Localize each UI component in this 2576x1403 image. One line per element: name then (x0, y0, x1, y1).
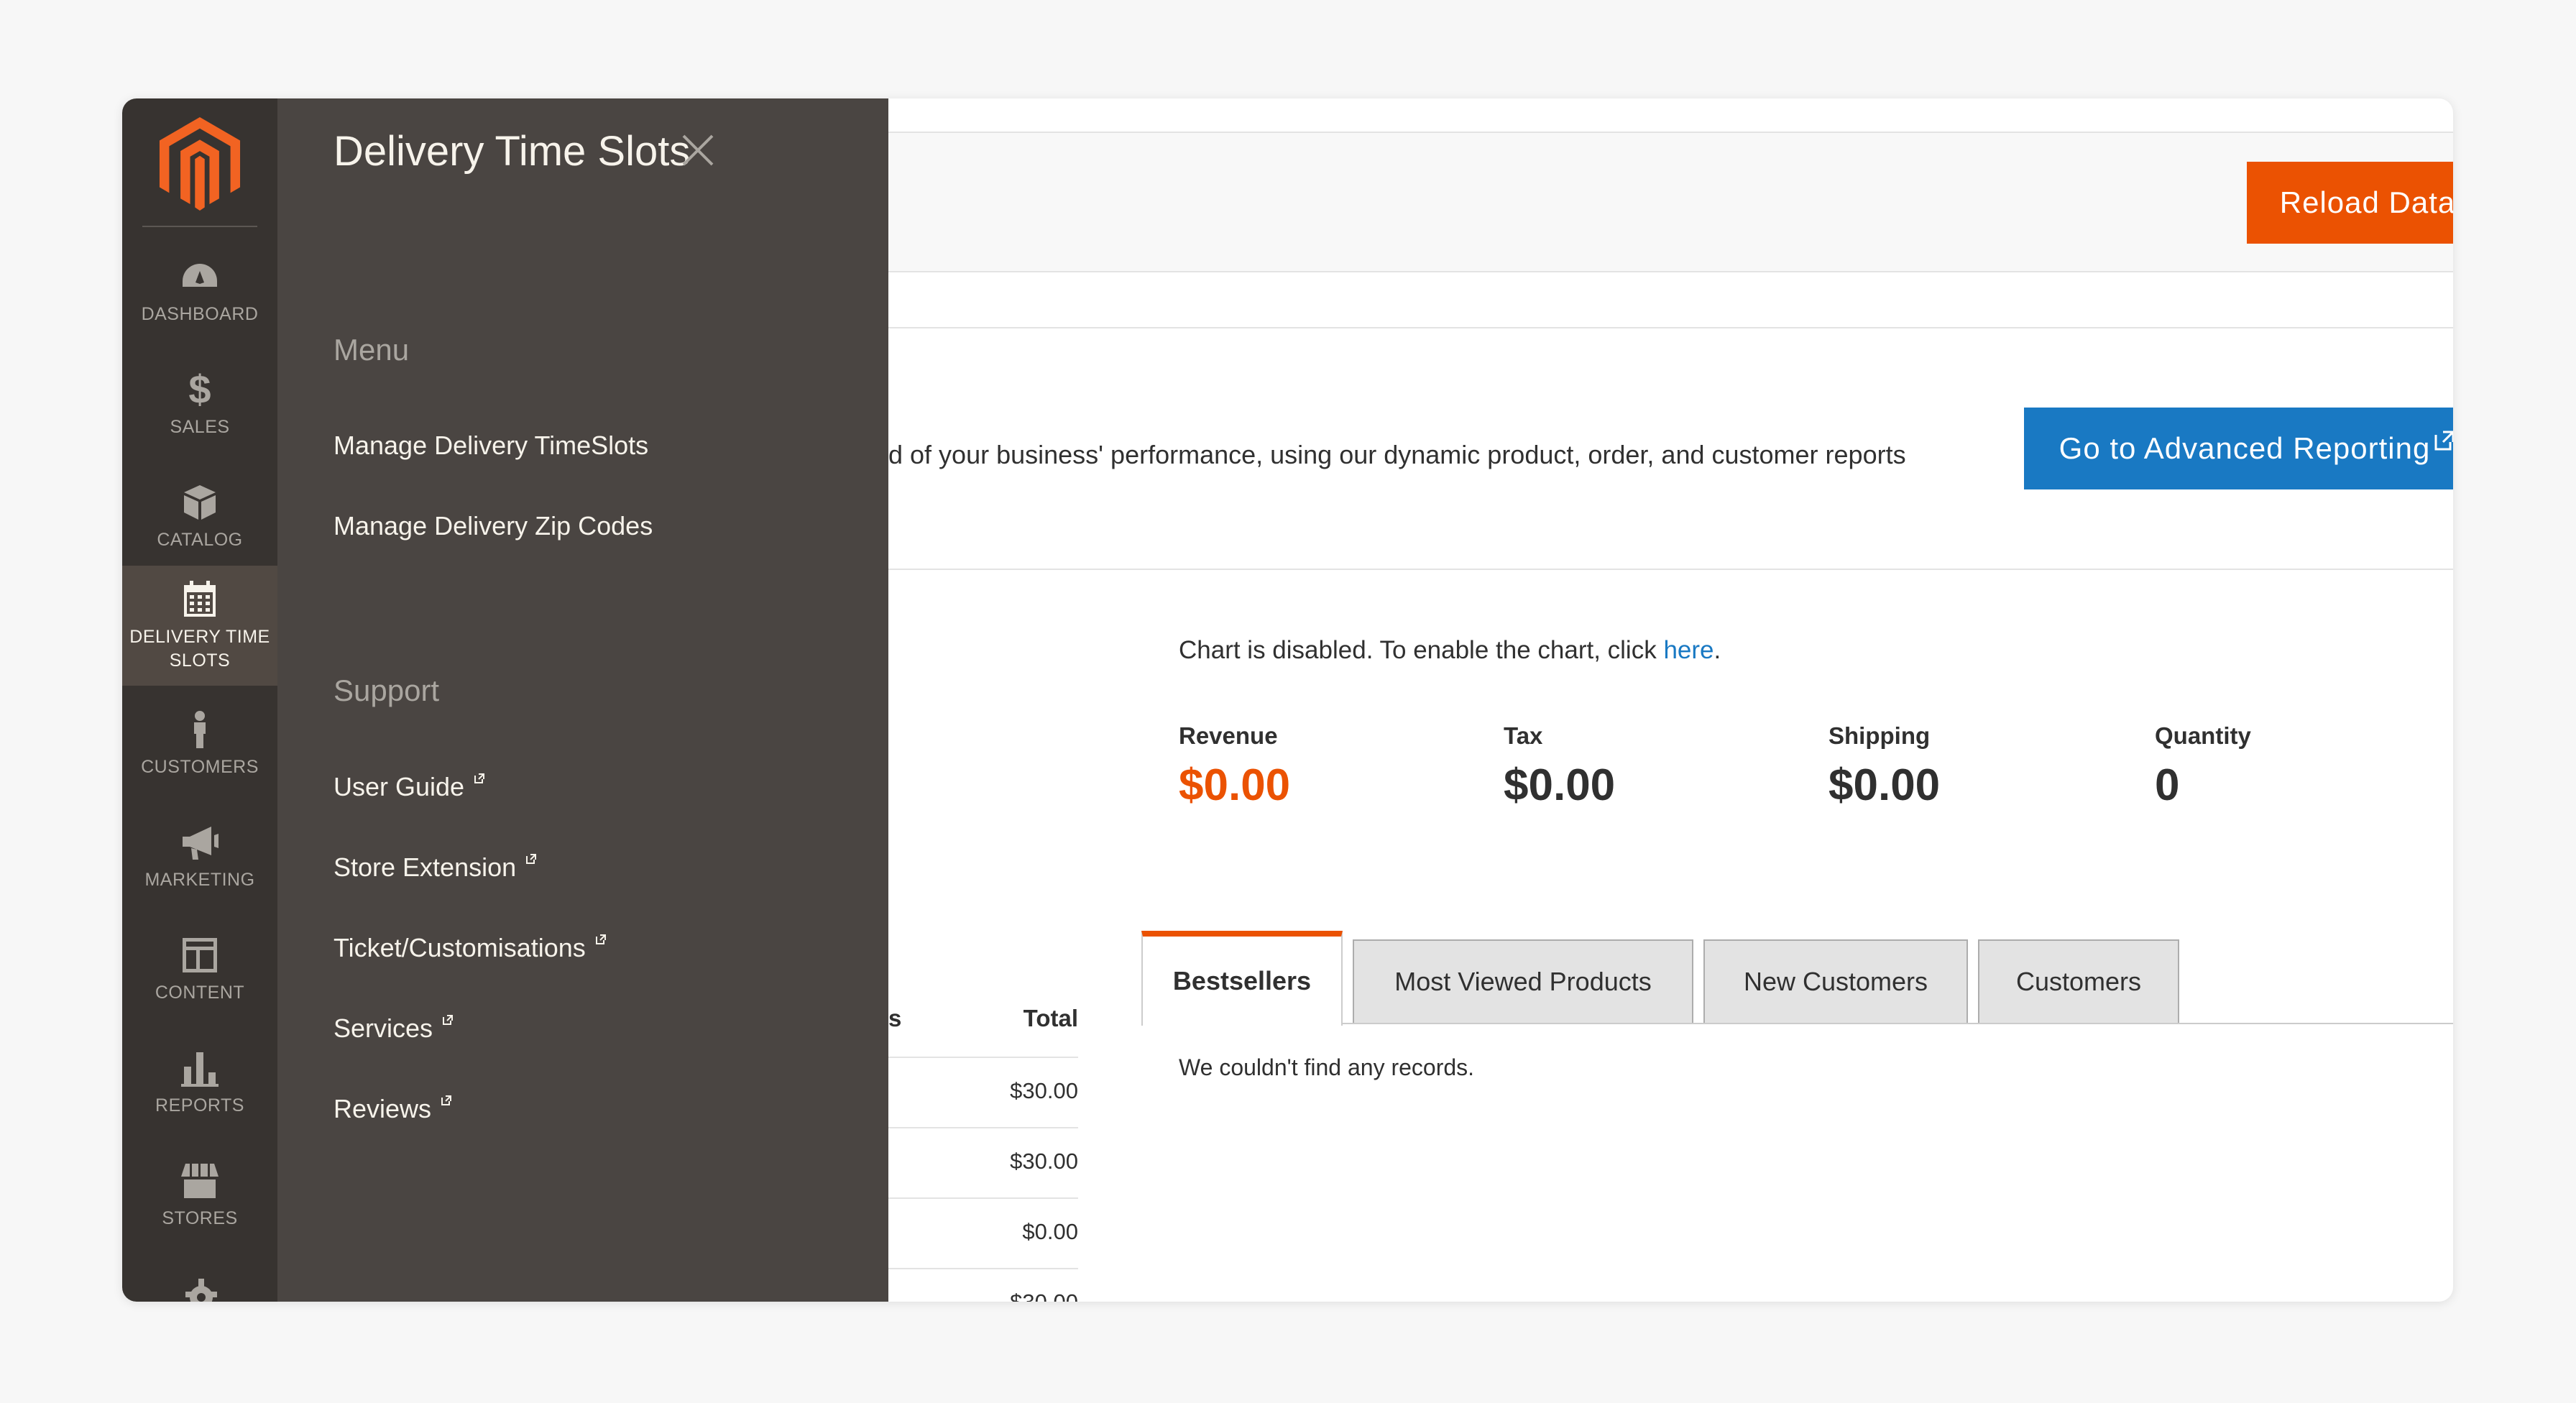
metric-shipping: Shipping $0.00 (1828, 722, 1940, 811)
link-ticket-customisations[interactable]: Ticket/Customisations (334, 933, 606, 963)
metric-label: Tax (1504, 722, 1543, 749)
nav-item-catalog[interactable]: CATALOG (122, 461, 277, 574)
tab-customers[interactable]: Customers (1978, 939, 2179, 1023)
nav-label: DELIVERY TIME (129, 626, 270, 647)
magento-logo-icon[interactable] (158, 117, 242, 211)
metric-value: $0.00 (1828, 760, 1941, 810)
column-header-total: Total (1023, 1005, 1078, 1031)
nav-item-delivery-time-slots[interactable]: DELIVERY TIME SLOTS (122, 566, 277, 686)
gear-icon[interactable] (181, 1277, 221, 1302)
delivery-time-slots-panel: Delivery Time Slots Menu Manage Delivery… (277, 98, 888, 1302)
link-manage-delivery-zip-codes[interactable]: Manage Delivery Zip Codes (334, 511, 653, 541)
empty-records-message: We couldn't find any records. (1179, 1054, 1475, 1080)
nav-label-line2: SLOTS (169, 650, 231, 671)
external-link-icon (595, 934, 606, 944)
link-reviews[interactable]: Reviews (334, 1094, 452, 1124)
nav-item-customers[interactable]: CUSTOMERS (122, 688, 277, 801)
person-icon (194, 711, 206, 748)
support-heading: Support (334, 673, 440, 707)
advanced-reporting-button[interactable]: Go to Advanced Reporting (2024, 408, 2453, 489)
table-row[interactable]: $30.00 (888, 1058, 1078, 1128)
menu-heading: Menu (334, 333, 410, 367)
nav-label: CONTENT (155, 983, 245, 1003)
tab-new-customers[interactable]: New Customers (1703, 939, 1968, 1023)
chart-disabled-message: Chart is disabled. To enable the chart, … (1179, 636, 1721, 665)
row-total: $30.00 (1010, 1289, 1078, 1302)
nav-label: CATALOG (157, 530, 243, 550)
nav-label: STORES (162, 1208, 238, 1228)
link-label: Store Extension (334, 852, 517, 882)
nav-label: DASHBOARD (141, 304, 259, 324)
layout-icon (183, 938, 217, 972)
nav-label: MARKETING (144, 870, 255, 890)
metric-tax: Tax $0.00 (1504, 722, 1615, 811)
metric-label: Quantity (2155, 722, 2251, 749)
admin-nav-rail: DASHBOARD $ SALES CATALOG DELIVERY TIME … (122, 98, 277, 1302)
admin-window: DASHBOARD $ SALES CATALOG DELIVERY TIME … (122, 98, 2453, 1302)
row-total: $30.00 (1010, 1149, 1078, 1174)
chart-message-suffix: . (1714, 636, 1721, 664)
nav-item-stores[interactable]: STORES (122, 1139, 277, 1252)
chart-message-text: Chart is disabled. To enable the chart, … (1179, 636, 1664, 664)
metric-quantity: Quantity 0 (2155, 722, 2251, 811)
close-icon[interactable] (676, 129, 719, 172)
divider (888, 327, 2453, 328)
dashboard-main: Reload Data d of your business' performa… (888, 98, 2453, 1302)
nav-label: CUSTOMERS (141, 757, 259, 777)
external-link-icon (443, 1015, 454, 1025)
divider (888, 569, 2453, 570)
nav-label: SALES (170, 417, 230, 437)
dollar-icon: $ (188, 367, 211, 412)
page-actions-bar: Reload Data (888, 132, 2453, 272)
metric-label: Revenue (1179, 722, 1278, 749)
tab-most-viewed-products[interactable]: Most Viewed Products (1353, 939, 1693, 1023)
storefront-icon (181, 1164, 218, 1198)
row-total: $30.00 (1010, 1078, 1078, 1103)
box-icon (184, 485, 216, 520)
column-header: s (888, 1005, 902, 1031)
link-label: Ticket/Customisations (334, 933, 586, 962)
megaphone-icon (183, 827, 218, 860)
external-link-icon (2434, 431, 2453, 451)
nav-label: REPORTS (155, 1095, 244, 1116)
external-link-icon (474, 773, 485, 783)
rail-divider (142, 226, 257, 227)
metric-value: $0.00 (1504, 760, 1616, 810)
dashboard-icon (183, 264, 217, 287)
nav-item-marketing[interactable]: MARKETING (122, 801, 277, 914)
link-label: User Guide (334, 772, 465, 801)
metric-value: 0 (2155, 760, 2180, 810)
tab-bestsellers[interactable]: Bestsellers (1141, 931, 1343, 1026)
nav-item-content[interactable]: CONTENT (122, 914, 277, 1026)
nav-item-dashboard[interactable]: DASHBOARD (122, 235, 277, 348)
reload-data-button[interactable]: Reload Data (2247, 162, 2453, 244)
panel-title: Delivery Time Slots (334, 128, 691, 175)
link-services[interactable]: Services (334, 1013, 454, 1044)
metric-value: $0.00 (1179, 760, 1291, 810)
external-link-icon (526, 854, 537, 864)
advanced-reporting-label: Go to Advanced Reporting (2058, 431, 2431, 465)
link-manage-delivery-timeslots[interactable]: Manage Delivery TimeSlots (334, 431, 648, 461)
calendar-icon (184, 580, 216, 617)
bar-chart-icon (181, 1052, 218, 1087)
orders-table-header: s Total (888, 1005, 1078, 1058)
dashboard-tabs: Bestsellers Most Viewed Products New Cus… (1141, 926, 2453, 1026)
link-user-guide[interactable]: User Guide (334, 772, 485, 802)
enable-chart-link[interactable]: here (1663, 636, 1714, 664)
metric-revenue: Revenue $0.00 (1179, 722, 1290, 811)
advanced-reporting-description: d of your business' performance, using o… (888, 440, 1906, 469)
table-row[interactable]: $30.00 (888, 1128, 1078, 1199)
nav-item-reports[interactable]: REPORTS (122, 1026, 277, 1139)
link-store-extension[interactable]: Store Extension (334, 852, 537, 883)
table-row[interactable]: $0.00 (888, 1199, 1078, 1269)
nav-item-sales[interactable]: $ SALES (122, 348, 277, 461)
row-total: $0.00 (1022, 1219, 1078, 1244)
link-label: Services (334, 1013, 433, 1043)
external-link-icon (441, 1095, 452, 1105)
link-label: Reviews (334, 1094, 432, 1123)
metric-label: Shipping (1828, 722, 1931, 749)
table-row[interactable]: $30.00 (888, 1269, 1078, 1302)
